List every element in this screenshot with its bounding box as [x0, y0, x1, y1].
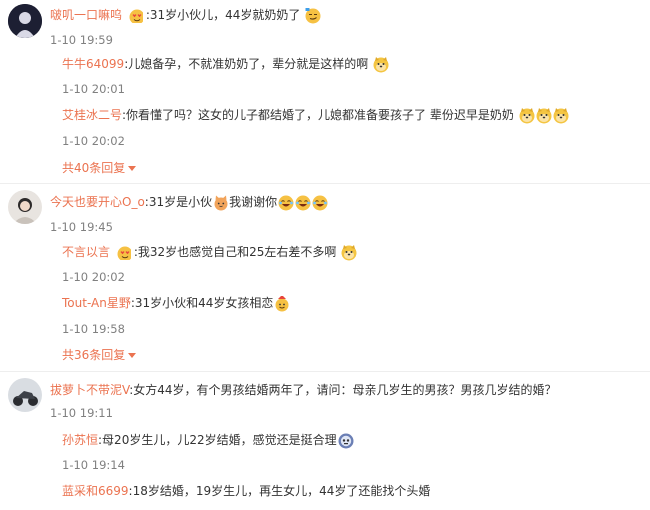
avatar[interactable] — [8, 190, 42, 224]
laugh-cry-emoji-icon — [312, 194, 329, 211]
reply-username[interactable]: 蓝采和6699 — [62, 484, 129, 498]
reply-line: 蓝采和6699:18岁结婚，19岁生儿，再生女儿，44岁了还能找个头婚 — [62, 483, 430, 499]
divider — [0, 371, 650, 372]
robot-emoji-icon — [338, 433, 354, 448]
smirk-emoji-icon — [305, 7, 322, 24]
reply-text: :你看懂了吗？这女的儿子都结婚了，儿媳都准备要孩子了 辈份迟早是奶奶 — [122, 108, 514, 122]
reply-time: 1-10 20:02 — [62, 270, 125, 284]
comment-username[interactable]: 拔萝卜不带泥V — [50, 383, 129, 397]
comment-line: 今天也要开心O_o:31岁是小伙 我谢谢你 — [50, 194, 329, 211]
comment-username[interactable]: 今天也要开心O_o — [50, 195, 145, 209]
chevron-down-icon — [128, 353, 137, 358]
reply-text: :儿媳备孕，不就准奶奶了，辈分就是这样的啊 — [124, 57, 369, 71]
comment-text-part-2: 我谢谢你 — [229, 195, 278, 209]
reply-line: 牛牛64099:儿媳备孕，不就准奶奶了，辈分就是这样的啊 — [62, 56, 389, 73]
doge-emoji-icon — [536, 107, 552, 123]
reply-time: 1-10 19:14 — [62, 458, 125, 472]
reply-text: :我32岁也感觉自己和25左右差不多啊 — [133, 245, 337, 259]
heart-eyes-emoji-icon — [116, 245, 131, 260]
reply-line: 艾桂冰二号:你看懂了吗？这女的儿子都结婚了，儿媳都准备要孩子了 辈份迟早是奶奶 — [62, 107, 569, 124]
comment-text: :女方44岁，有个男孩结婚两年了，请问：母亲几岁生的男孩？男孩几岁结的婚？ — [129, 383, 557, 397]
reply-line: 不言以言 :我32岁也感觉自己和25左右差不多啊 — [62, 244, 357, 261]
comment-line: 拔萝卜不带泥V:女方44岁，有个男孩结婚两年了，请问：母亲几岁生的男孩？男孩几岁… — [50, 382, 557, 398]
more-replies-label: 共36条回复 — [62, 348, 126, 362]
reply-text: :母20岁生儿，儿22岁结婚，感觉还是挺合理 — [98, 433, 337, 447]
reply-line: 孙苏恒:母20岁生儿，儿22岁结婚，感觉还是挺合理 — [62, 432, 354, 449]
comment-time: 1-10 19:59 — [50, 33, 113, 47]
chevron-down-icon — [128, 166, 137, 171]
laugh-cry-emoji-icon — [295, 194, 312, 211]
party-emoji-icon — [275, 295, 290, 312]
divider — [0, 183, 650, 184]
more-replies-label: 共40条回复 — [62, 161, 126, 175]
doge-emoji-icon — [373, 56, 389, 72]
reply-username[interactable]: 孙苏恒 — [62, 433, 98, 447]
doge-emoji-icon — [519, 107, 535, 123]
avatar-image-icon — [8, 190, 42, 224]
heart-eyes-emoji-icon — [128, 8, 143, 23]
reply-line: Tout-An星野:31岁小伙和44岁女孩相恋 — [62, 295, 290, 312]
reply-time: 1-10 20:02 — [62, 134, 125, 148]
more-replies-link[interactable]: 共36条回复 — [62, 347, 137, 363]
laugh-cry-emoji-icon — [278, 194, 295, 211]
reply-username[interactable]: 艾桂冰二号 — [62, 108, 122, 122]
reply-time: 1-10 20:01 — [62, 82, 125, 96]
comment-time: 1-10 19:11 — [50, 406, 113, 420]
avatar-image-icon — [8, 378, 42, 412]
doge-emoji-icon — [553, 107, 569, 123]
reply-time: 1-10 19:58 — [62, 322, 125, 336]
comment-text-part-1: :31岁是小伙 — [144, 195, 213, 209]
reply-text: :31岁小伙和44岁女孩相恋 — [130, 296, 274, 310]
comment-username[interactable]: 啵叽一口嘛呜 — [50, 8, 122, 22]
comment-time: 1-10 19:45 — [50, 220, 113, 234]
doge-emoji-icon — [341, 244, 357, 260]
reply-username[interactable]: Tout-An星野 — [62, 296, 131, 310]
avatar[interactable] — [8, 4, 42, 38]
comment-text: :31岁小伙儿，44岁就奶奶了 — [145, 8, 301, 22]
more-replies-link[interactable]: 共40条回复 — [62, 160, 137, 176]
reply-text: :18岁结婚，19岁生儿，再生女儿，44岁了还能找个头婚 — [128, 484, 431, 498]
reply-username[interactable]: 不言以言 — [62, 245, 110, 259]
reply-username[interactable]: 牛牛64099 — [62, 57, 124, 71]
avatar-image-icon — [8, 4, 42, 38]
cat-emoji-icon — [214, 194, 229, 211]
comment-line: 啵叽一口嘛呜 :31岁小伙儿，44岁就奶奶了 — [50, 7, 322, 24]
avatar[interactable] — [8, 378, 42, 412]
